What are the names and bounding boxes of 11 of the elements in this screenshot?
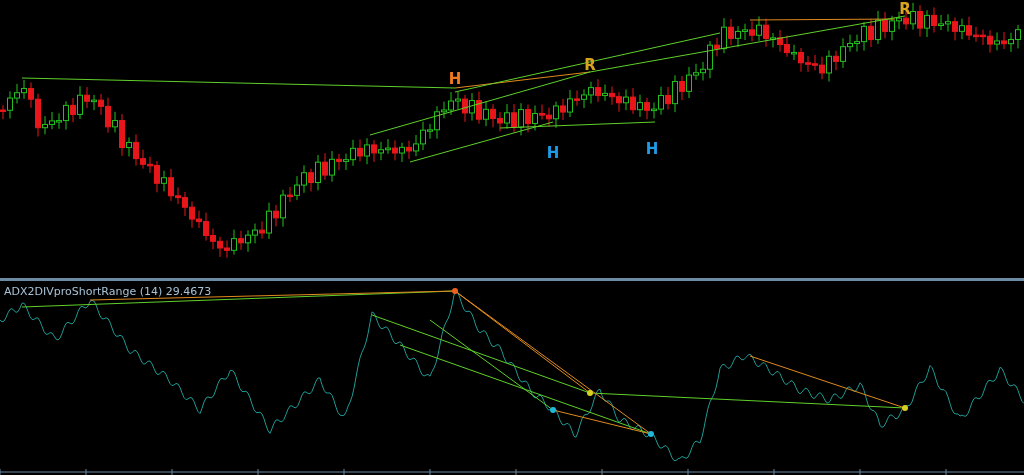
pivot-dot [550,407,556,413]
pattern-label: R [584,56,596,74]
pivot-dot [648,431,654,437]
indicator-title: ADX2DIVproShortRange (14) 29.4673 [4,285,212,298]
pivot-dot [452,288,458,294]
pattern-label: H [546,144,560,162]
pattern-label: R [899,0,911,18]
pivot-dot [587,390,593,396]
pivot-dot [902,405,908,411]
pattern-label: H [645,140,659,158]
pattern-label: H [448,70,462,88]
